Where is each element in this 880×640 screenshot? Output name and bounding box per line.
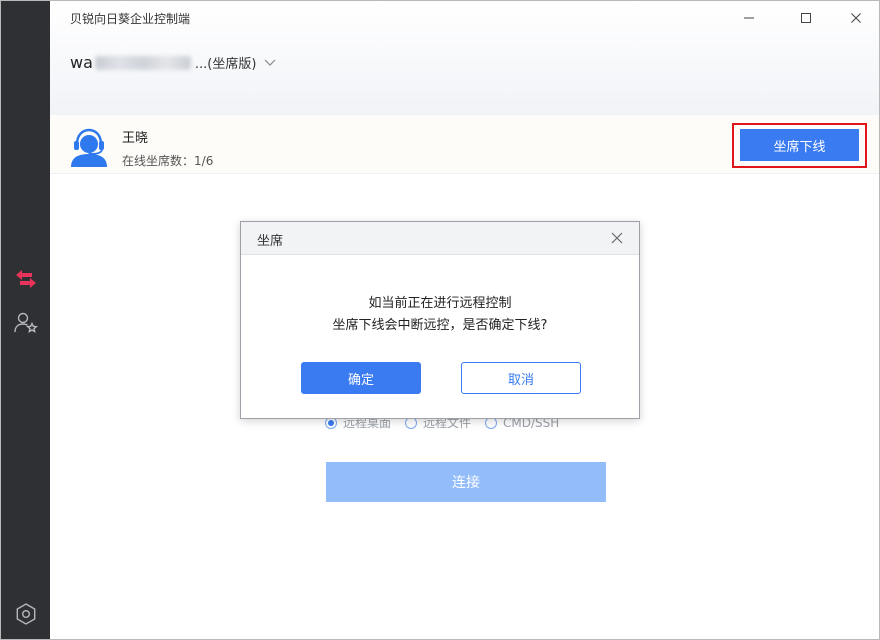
dialog-message-line2: 坐席下线会中断远控，是否确定下线? — [332, 318, 548, 333]
seat-info: 在线坐席数：1/6 — [122, 154, 214, 168]
dialog-message-line1: 如当前正在进行远程控制 — [368, 296, 512, 311]
user-name: 王晓 — [122, 131, 149, 146]
minimize-icon[interactable] — [736, 7, 762, 29]
maximize-icon[interactable] — [793, 7, 819, 29]
user-row: 王晓 在线坐席数：1/6 坐席下线 — [50, 115, 879, 174]
chevron-down-icon — [264, 59, 276, 67]
user-star-icon[interactable] — [13, 310, 39, 336]
sidebar — [1, 1, 50, 639]
seat-offline-button[interactable]: 坐席下线 — [740, 129, 859, 161]
confirm-dialog: 坐席 如当前正在进行远程控制 坐席下线会中断远控，是否确定下线? 确定 取消 — [240, 221, 640, 419]
dialog-title: 坐席 — [257, 234, 284, 249]
account-selector[interactable]: wa ...(坐席版) — [70, 53, 276, 72]
remote-control-icon[interactable] — [13, 266, 39, 292]
header: 贝锐向日葵企业控制端 wa ...(坐席版) — [50, 1, 879, 115]
agent-headset-avatar-icon — [68, 125, 110, 167]
dialog-close-icon[interactable] — [609, 230, 625, 246]
account-suffix: ...(坐席版) — [194, 57, 257, 72]
close-window-icon[interactable] — [843, 7, 869, 29]
confirm-button[interactable]: 确定 — [301, 362, 421, 394]
cancel-button[interactable]: 取消 — [461, 362, 581, 394]
account-redacted — [94, 55, 191, 70]
settings-hexagon-icon[interactable] — [13, 601, 39, 627]
dialog-header: 坐席 — [241, 222, 639, 255]
connect-button[interactable]: 连接 — [326, 462, 606, 502]
seat-label: 在线坐席数 — [122, 154, 183, 168]
app-title: 贝锐向日葵企业控制端 — [70, 12, 191, 26]
app-window: 贝锐向日葵企业控制端 wa ...(坐席版) 王晓 在线坐席数：1/6 坐席下线… — [0, 0, 880, 640]
seat-count: 1/6 — [194, 154, 214, 168]
account-prefix: wa — [70, 53, 93, 72]
